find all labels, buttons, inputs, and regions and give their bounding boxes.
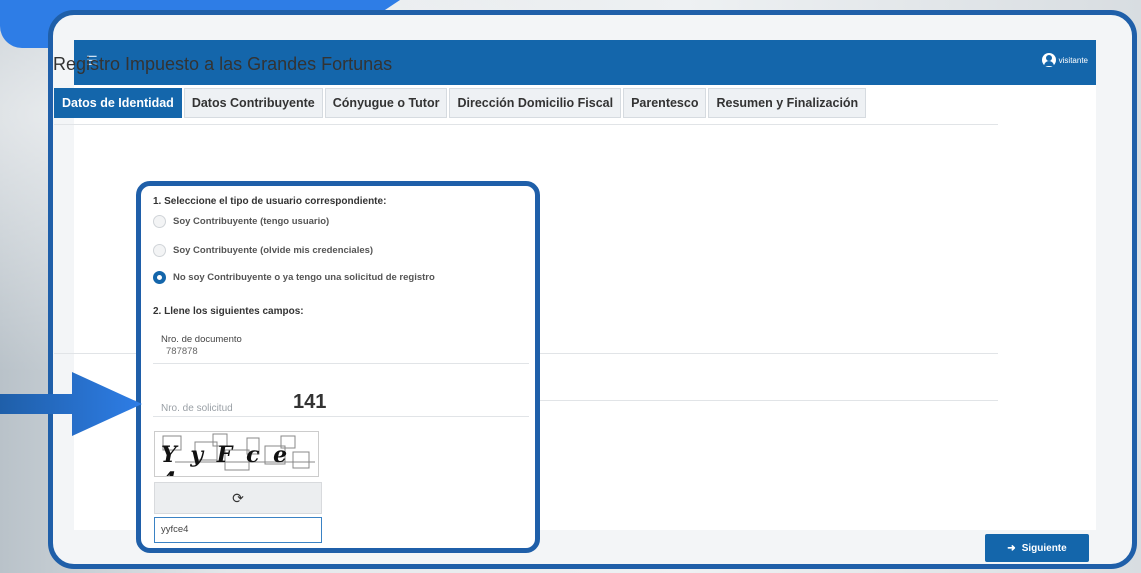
doc-number-label: Nro. de documento — [161, 334, 242, 345]
radio-label: Soy Contribuyente (olvide mis credencial… — [173, 245, 374, 256]
captcha-input[interactable]: yyfce4 — [154, 517, 322, 543]
radio-option-no-contribuyente[interactable]: No soy Contribuyente o ya tengo una soli… — [153, 271, 435, 284]
user-name: visitante — [1058, 55, 1088, 65]
refresh-icon: ⟳ — [232, 489, 244, 506]
radio-button[interactable] — [153, 215, 166, 228]
tab-parentesco[interactable]: Parentesco — [623, 88, 707, 118]
next-button-label: Siguiente — [1021, 542, 1067, 554]
tab-conyugue-tutor[interactable]: Cónyugue o Tutor — [324, 88, 448, 118]
content-divider — [54, 124, 998, 125]
radio-button[interactable] — [153, 244, 166, 257]
pointer-arrow-icon — [0, 372, 142, 436]
tab-datos-contribuyente[interactable]: Datos Contribuyente — [183, 88, 323, 118]
identity-form-card: 1. Seleccione el tipo de usuario corresp… — [136, 181, 540, 553]
captcha-text: Y y F c e 4 — [161, 442, 291, 476]
section-title-user-type: 1. Seleccione el tipo de usuario corresp… — [153, 196, 387, 207]
radio-label: Soy Contribuyente (tengo usuario) — [173, 216, 330, 227]
solicitud-overlay-value: 141 — [293, 391, 327, 413]
forward-arrow-icon: ➜ — [1007, 542, 1016, 554]
user-avatar-icon — [1041, 53, 1056, 67]
tab-bar: Datos de Identidad Datos Contribuyente C… — [54, 88, 868, 118]
page-title: Registro Impuesto a las Grandes Fortunas — [53, 54, 393, 74]
solicitud-number-input[interactable]: Nro. de solicitud — [161, 403, 233, 414]
radio-option-olvide-credenciales[interactable]: Soy Contribuyente (olvide mis credencial… — [153, 244, 373, 257]
doc-number-underline — [153, 363, 529, 364]
doc-number-input[interactable]: 787878 — [166, 346, 198, 357]
section-title-fields: 2. Llene los siguientes campos: — [153, 306, 304, 317]
radio-label: No soy Contribuyente o ya tengo una soli… — [173, 272, 435, 283]
radio-button-selected[interactable] — [153, 271, 166, 284]
tab-datos-identidad[interactable]: Datos de Identidad — [54, 88, 182, 118]
next-button[interactable]: ➜ Siguiente — [985, 534, 1089, 562]
solicitud-underline — [153, 416, 529, 417]
captcha-refresh-button[interactable]: ⟳ — [154, 482, 322, 514]
tab-resumen-finalizacion[interactable]: Resumen y Finalización — [708, 88, 867, 118]
radio-option-tengo-usuario[interactable]: Soy Contribuyente (tengo usuario) — [153, 215, 329, 228]
user-menu[interactable]: visitante — [1041, 53, 1088, 67]
tab-direccion-domicilio[interactable]: Dirección Domicilio Fiscal — [449, 88, 622, 118]
captcha-image: Y y F c e 4 — [154, 431, 319, 477]
